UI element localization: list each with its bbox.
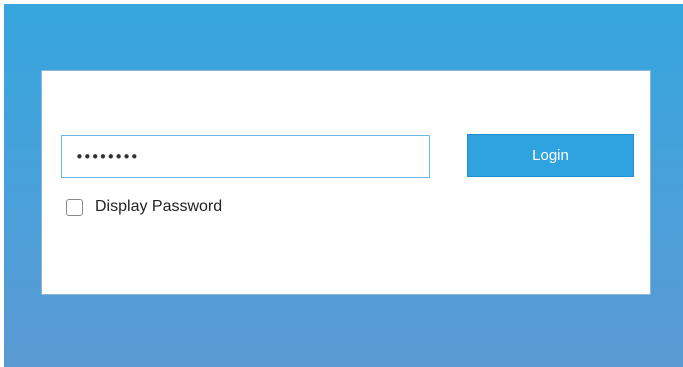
login-panel: Login Display Password [41,70,651,295]
login-button[interactable]: Login [467,134,634,177]
display-password-checkbox[interactable] [66,198,83,216]
display-password-label[interactable]: Display Password [95,197,222,217]
login-screen-background: Login Display Password [4,4,683,367]
display-password-option[interactable]: Display Password [66,197,222,217]
password-input[interactable] [61,135,430,178]
